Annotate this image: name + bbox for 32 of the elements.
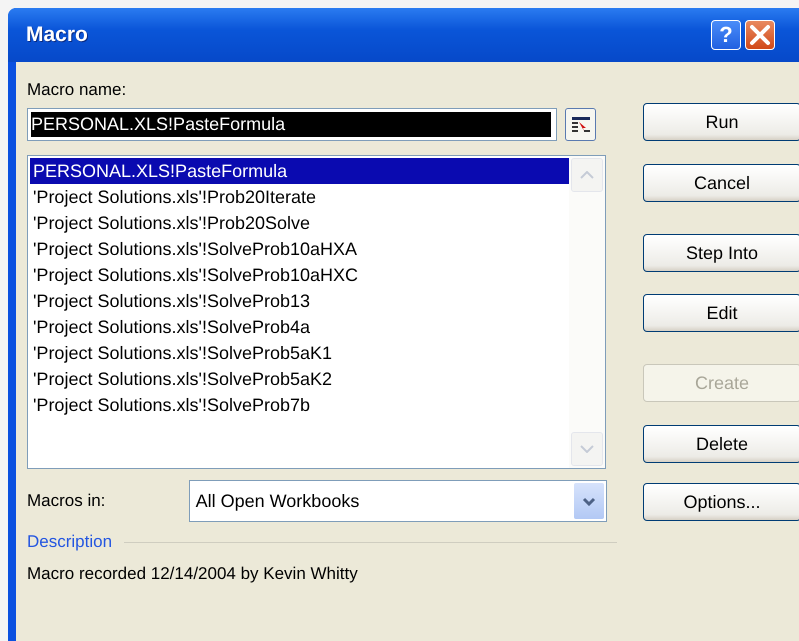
- macro-list-item[interactable]: 'Project Solutions.xls'!Prob20Iterate: [30, 184, 569, 210]
- chevron-up-icon: [580, 171, 594, 179]
- macro-list-item[interactable]: 'Project Solutions.xls'!SolveProb10aHXA: [30, 236, 569, 262]
- macros-in-dropdown[interactable]: All Open Workbooks: [188, 480, 607, 522]
- dialog-button[interactable]: Delete: [643, 425, 799, 463]
- macro-list-item[interactable]: 'Project Solutions.xls'!SolveProb10aHXC: [30, 262, 569, 288]
- description-text: Macro recorded 12/14/2004 by Kevin Whitty: [27, 564, 359, 584]
- close-icon: [749, 24, 771, 46]
- macro-list-item[interactable]: 'Project Solutions.xls'!SolveProb4a: [30, 314, 569, 340]
- macro-name-field[interactable]: PERSONAL.XLS!PasteFormula: [27, 108, 557, 141]
- macro-list-item[interactable]: 'Project Solutions.xls'!Prob20Solve: [30, 210, 569, 236]
- dialog-button[interactable]: Step Into: [643, 234, 799, 272]
- close-button[interactable]: [745, 20, 775, 50]
- chevron-down-icon: [580, 445, 594, 453]
- macros-in-label: Macros in:: [27, 491, 106, 511]
- dialog-button[interactable]: Options...: [643, 483, 799, 521]
- macro-list-item[interactable]: 'Project Solutions.xls'!SolveProb5aK1: [30, 340, 569, 366]
- macro-list-item[interactable]: 'Project Solutions.xls'!SolveProb13: [30, 288, 569, 314]
- dialog-button[interactable]: Edit: [643, 294, 799, 332]
- macro-list-item[interactable]: PERSONAL.XLS!PasteFormula: [30, 158, 569, 184]
- macro-list-item[interactable]: 'Project Solutions.xls'!SolveProb5aK2: [30, 366, 569, 392]
- description-heading: Description: [27, 532, 112, 552]
- macro-list-item[interactable]: 'Project Solutions.xls'!SolveProb7b: [30, 392, 569, 418]
- dialog-button[interactable]: Run: [643, 103, 799, 141]
- collapse-dialog-button[interactable]: [565, 108, 596, 141]
- chevron-down-icon: [582, 496, 596, 506]
- help-button[interactable]: ?: [711, 20, 741, 50]
- macro-name-label: Macro name:: [27, 80, 128, 100]
- range-select-icon: [570, 116, 590, 134]
- window-title: Macro: [26, 23, 89, 47]
- dropdown-button[interactable]: [574, 483, 604, 519]
- dialog-button[interactable]: Cancel: [643, 164, 799, 202]
